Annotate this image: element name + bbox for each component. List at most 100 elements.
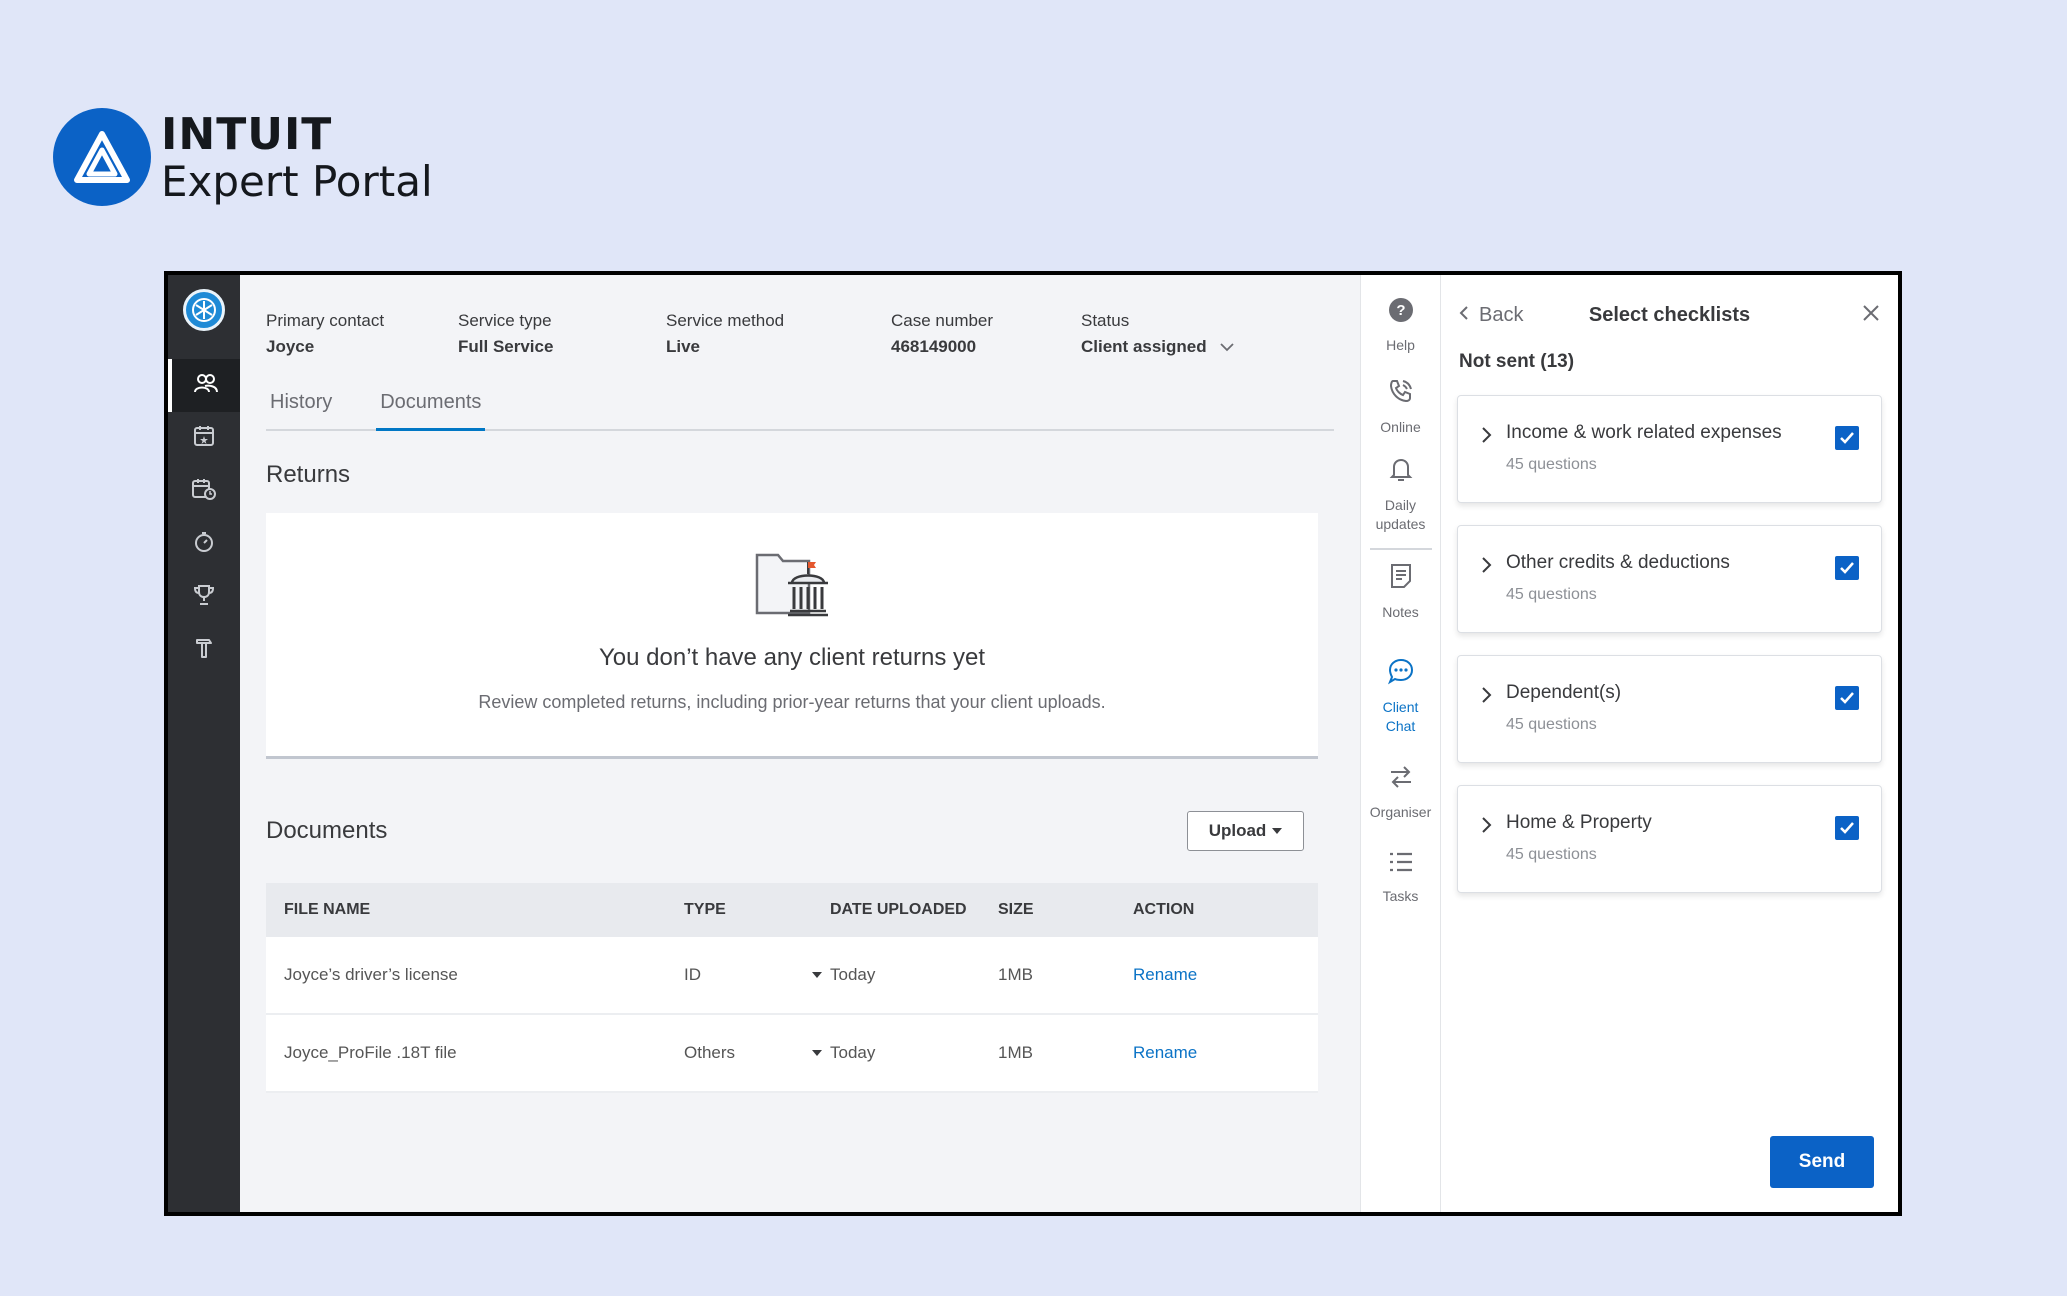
case-number-value: 468149000 — [891, 337, 977, 356]
app-window: Primary contact Joyce Service type Full … — [164, 271, 1902, 1216]
status-value: Client assigned — [1081, 337, 1207, 356]
case-meta: Primary contact Joyce Service type Full … — [266, 311, 1334, 357]
rail-daily-label: Daily updates — [1376, 496, 1426, 534]
tab-bar: History Documents — [266, 391, 1334, 431]
rail-notes[interactable]: Notes — [1361, 562, 1440, 622]
tab-history[interactable]: History — [266, 391, 336, 429]
caret-down-icon — [812, 1050, 822, 1056]
hammer-icon — [192, 636, 216, 665]
returns-empty-state: You don’t have any client returns yet Re… — [266, 513, 1318, 759]
type-select[interactable]: ID — [684, 965, 830, 985]
checklist-subtitle: 45 questions — [1506, 716, 1597, 733]
rail-help[interactable]: ? Help — [1361, 297, 1440, 355]
col-type: TYPE — [684, 901, 726, 918]
folder-bank-icon — [754, 547, 830, 624]
notes-icon — [1388, 562, 1414, 595]
checklist-title: Other credits & deductions — [1506, 552, 1730, 573]
date-uploaded: Today — [830, 965, 876, 984]
checklist-list: Income & work related expenses 45 questi… — [1441, 395, 1898, 893]
primary-contact-label: Primary contact — [266, 311, 385, 330]
calendar-clock-icon — [191, 477, 217, 506]
rail-client-chat[interactable]: Client Chat — [1361, 657, 1440, 736]
file-name: Joyce_ProFile .18T file — [284, 1043, 457, 1062]
checklist-subtitle: 45 questions — [1506, 846, 1597, 863]
rail-tasks[interactable]: Tasks — [1361, 850, 1440, 906]
service-method: Service method Live — [666, 311, 891, 357]
app-logo-icon[interactable] — [183, 289, 225, 331]
upload-button[interactable]: Upload — [1187, 811, 1304, 851]
list-icon — [1387, 850, 1415, 879]
file-size: 1MB — [998, 965, 1033, 984]
brand-product: Expert Portal — [161, 157, 433, 206]
nav-schedule[interactable] — [168, 465, 240, 518]
date-uploaded: Today — [830, 1043, 876, 1062]
checkmark-icon — [1840, 692, 1854, 704]
checklist-checkbox[interactable] — [1835, 816, 1859, 840]
rail-daily-line2: updates — [1375, 515, 1426, 532]
upload-label: Upload — [1208, 821, 1267, 840]
trophy-icon — [192, 583, 216, 612]
close-icon[interactable] — [1862, 304, 1880, 327]
type-value: ID — [684, 965, 701, 984]
case-number-label: Case number — [891, 311, 994, 330]
checklist-item[interactable]: Income & work related expenses 45 questi… — [1457, 395, 1882, 503]
table-row: Joyce’s driver’s license ID Today 1MB Re… — [266, 937, 1318, 1015]
type-select[interactable]: Others — [684, 1043, 830, 1063]
chevron-right-icon[interactable] — [1480, 682, 1492, 709]
calendar-star-icon — [192, 424, 216, 453]
file-size: 1MB — [998, 1043, 1033, 1062]
case-number: Case number 468149000 — [891, 311, 1081, 357]
checklist-checkbox[interactable] — [1835, 686, 1859, 710]
checklist-subtitle: 45 questions — [1506, 586, 1597, 603]
table-row: Joyce_ProFile .18T file Others Today 1MB… — [266, 1015, 1318, 1093]
rail-chat-line2: Chat — [1385, 718, 1416, 735]
nav-clients[interactable] — [168, 359, 240, 412]
main-content: Primary contact Joyce Service type Full … — [240, 275, 1360, 1212]
checklist-checkbox[interactable] — [1835, 426, 1859, 450]
documents-header: Documents Upload — [266, 811, 1318, 851]
type-value: Others — [684, 1043, 736, 1062]
service-type-label: Service type — [458, 311, 552, 330]
rail-notes-label: Notes — [1382, 603, 1419, 620]
chevron-right-icon[interactable] — [1480, 422, 1492, 449]
service-method-value: Live — [666, 337, 701, 356]
rail-organiser[interactable]: Organiser — [1361, 764, 1440, 822]
status: Status Client assigned — [1081, 311, 1235, 357]
chevron-right-icon[interactable] — [1480, 812, 1492, 839]
nav-calendar[interactable] — [168, 412, 240, 465]
send-button[interactable]: Send — [1770, 1136, 1874, 1188]
checklist-item[interactable]: Dependent(s) 45 questions — [1457, 655, 1882, 763]
checklist-item[interactable]: Home & Property 45 questions — [1457, 785, 1882, 893]
col-action: ACTION — [1133, 901, 1195, 918]
file-name: Joyce’s driver’s license — [284, 965, 458, 984]
checklist-subtitle: 45 questions — [1506, 456, 1597, 473]
service-type: Service type Full Service — [458, 311, 666, 357]
checklist-checkbox[interactable] — [1835, 556, 1859, 580]
rail-divider — [1369, 547, 1432, 550]
empty-description: Review completed returns, including prio… — [478, 692, 1106, 712]
chat-icon — [1387, 657, 1415, 690]
chevron-right-icon[interactable] — [1480, 552, 1492, 579]
intuit-logo-icon — [53, 108, 151, 206]
primary-contact: Primary contact Joyce — [266, 311, 458, 357]
documents-table: FILE NAME TYPE DATE UPLOADED SIZE ACTION… — [266, 883, 1318, 1093]
service-method-label: Service method — [666, 311, 785, 330]
back-button[interactable]: Back — [1459, 304, 1523, 327]
checkmark-icon — [1840, 822, 1854, 834]
chevron-left-icon — [1459, 304, 1469, 327]
status-dropdown[interactable]: Client assigned — [1081, 337, 1235, 357]
rename-link[interactable]: Rename — [1133, 1043, 1318, 1063]
returns-title: Returns — [266, 461, 351, 488]
chevron-down-icon — [1219, 337, 1235, 357]
col-file-name: FILE NAME — [284, 901, 371, 918]
rail-online[interactable]: Online — [1361, 377, 1440, 437]
nav-tools[interactable] — [168, 624, 240, 677]
nav-timer[interactable] — [168, 518, 240, 571]
left-nav — [168, 275, 240, 1212]
nav-achievements[interactable] — [168, 571, 240, 624]
rail-daily-updates[interactable]: Daily updates — [1361, 455, 1440, 534]
rename-link[interactable]: Rename — [1133, 965, 1318, 985]
status-label: Status — [1081, 311, 1130, 330]
tab-documents[interactable]: Documents — [376, 391, 486, 431]
checklist-item[interactable]: Other credits & deductions 45 questions — [1457, 525, 1882, 633]
